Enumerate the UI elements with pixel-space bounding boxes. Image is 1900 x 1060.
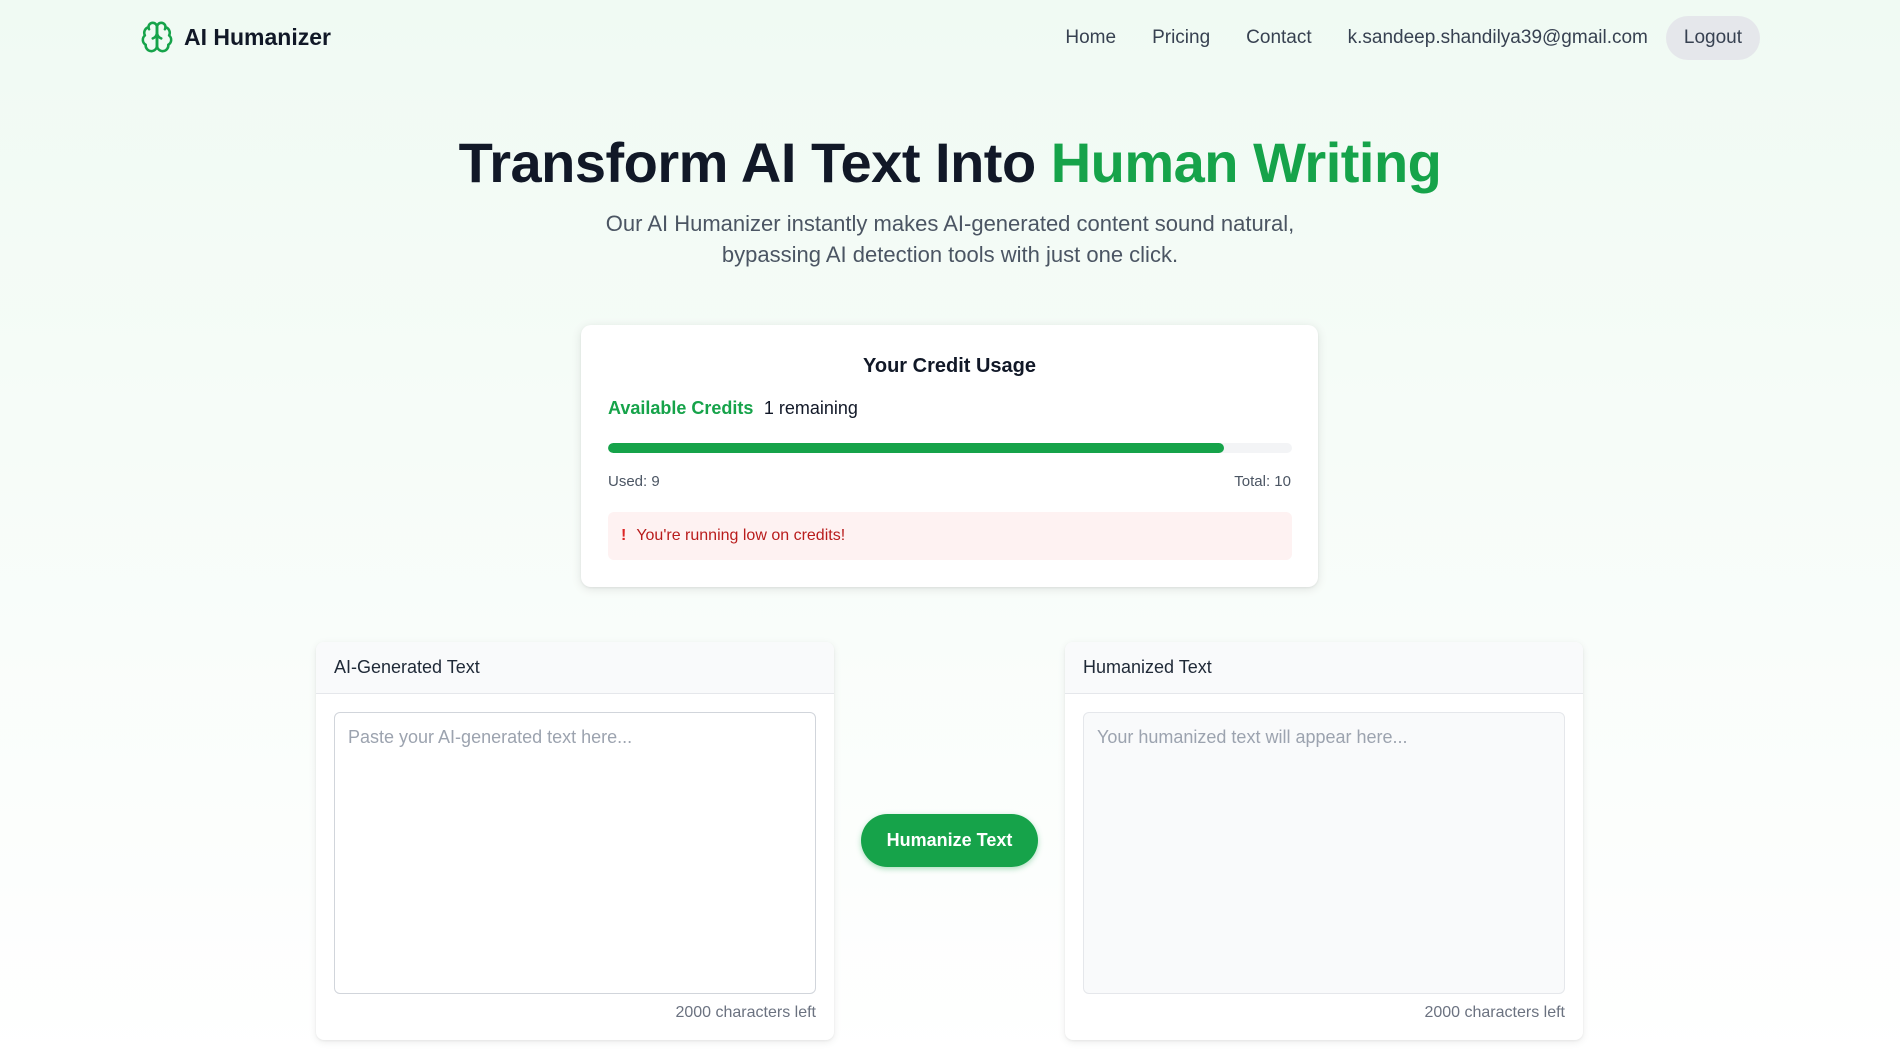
page-title: Transform AI Text Into Human Writing (0, 130, 1900, 195)
humanize-button[interactable]: Humanize Text (861, 814, 1038, 867)
warning-text: You're running low on credits! (636, 527, 846, 544)
logout-button[interactable]: Logout (1665, 16, 1760, 60)
input-char-count: 2000 characters left (675, 1004, 816, 1021)
low-credit-warning: ! You're running low on credits! (608, 512, 1292, 560)
brand-name: AI Humanizer (184, 23, 331, 50)
nav-link-pricing[interactable]: Pricing (1152, 27, 1210, 49)
output-panel-title: Humanized Text (1065, 642, 1583, 694)
ai-text-input[interactable] (334, 712, 816, 994)
input-panel: AI-Generated Text 2000 characters left (316, 642, 834, 1040)
credit-progress-fill (608, 443, 1224, 453)
page-subtitle: Our AI Humanizer instantly makes AI-gene… (550, 208, 1350, 270)
title-accent: Human Writing (1050, 131, 1442, 194)
top-navbar: AI Humanizer Home Pricing Contact k.sand… (0, 0, 1900, 74)
used-credits: Used: 9 (608, 473, 660, 490)
total-credits: Total: 10 (1234, 473, 1291, 490)
user-email: k.sandeep.shandilya39@gmail.com (1347, 27, 1648, 48)
nav-link-home[interactable]: Home (1065, 27, 1116, 49)
brain-icon (140, 20, 174, 54)
humanized-text-output[interactable] (1083, 712, 1565, 994)
credit-progress-bar (608, 443, 1292, 453)
title-main: Transform AI Text Into (458, 131, 1051, 194)
credit-card-title: Your Credit Usage (863, 355, 1036, 377)
output-char-count: 2000 characters left (1424, 1004, 1565, 1021)
subtitle-line-1: Our AI Humanizer instantly makes AI-gene… (605, 211, 1295, 236)
exclamation-icon: ! (621, 527, 627, 544)
input-panel-title: AI-Generated Text (316, 642, 834, 694)
available-credits-row: Available Credits 1 remaining (608, 398, 858, 419)
remaining-credits: 1 remaining (763, 398, 858, 418)
credit-usage-card: Your Credit Usage Available Credits 1 re… (581, 325, 1318, 587)
output-panel: Humanized Text 2000 characters left (1065, 642, 1583, 1040)
subtitle-line-2: bypassing AI detection tools with just o… (721, 242, 1179, 267)
brand-logo[interactable]: AI Humanizer (140, 18, 331, 56)
nav-link-contact[interactable]: Contact (1246, 27, 1311, 49)
available-credits-label: Available Credits (608, 398, 754, 418)
nav-links: Home Pricing Contact k.sandeep.shandilya… (1029, 16, 1760, 60)
